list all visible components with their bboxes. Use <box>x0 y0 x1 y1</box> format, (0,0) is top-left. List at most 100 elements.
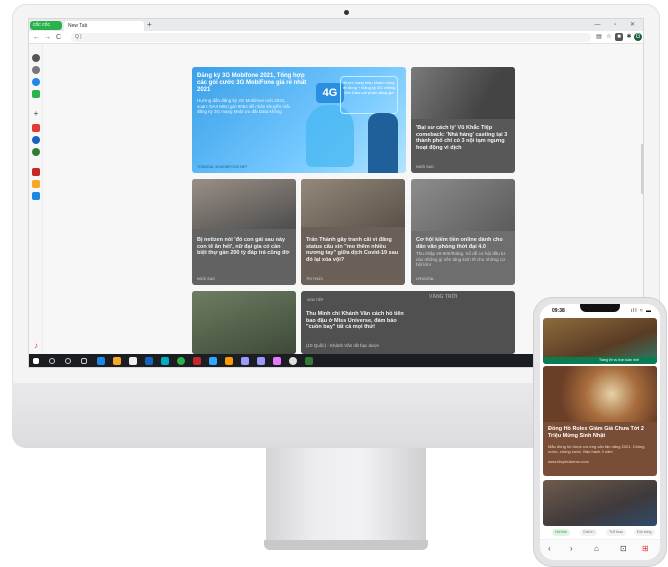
ad-callout: Được hàng triệu khách hàng tin dùng + Đă… <box>340 76 398 114</box>
chip-category[interactable]: Thể thao <box>606 529 627 536</box>
news-card-thu-minh[interactable]: XEM TIẾP VÀNG TRỜI Thu Minh chi Khánh Vâ… <box>301 291 515 354</box>
reader-icon[interactable]: ▤ <box>595 33 603 41</box>
coccoc-taskbar-icon[interactable] <box>177 357 185 365</box>
news-card-tran-thanh[interactable]: Trấn Thành gây tranh cãi vì đăng status … <box>301 179 405 285</box>
after-effects-icon[interactable] <box>241 357 249 365</box>
windows-start-icon[interactable] <box>33 358 39 364</box>
phone-status-bar: 09:38 ıll ≈ ▬ <box>540 304 660 318</box>
imac-stand <box>266 448 426 544</box>
store-icon[interactable] <box>129 357 137 365</box>
feed-scrollbar[interactable] <box>641 144 643 194</box>
news-card-title: Cơ hội kiếm tiền online dành cho dân văn… <box>416 237 503 250</box>
premiere-icon[interactable] <box>257 357 265 365</box>
news-card-source: NGÔI SAO <box>416 165 434 169</box>
news-card-title: Bị netizen nói 'đó con gái sau này con t… <box>197 237 290 256</box>
news-card-title: Thu Minh chi Khánh Vân cách hồ tiên bao … <box>306 311 404 330</box>
notification-bell-icon[interactable]: ♪ <box>32 342 40 350</box>
ad-title: Đăng ký 3G Mobifone 2021, Tổng hợp các g… <box>197 73 307 93</box>
menu-icon[interactable]: ⊞ <box>642 544 649 553</box>
news-card-photo <box>192 291 296 354</box>
forward-arrow-icon[interactable]: › <box>570 544 573 553</box>
browser-tabstrip: cốc cốc New Tab + — ▫ ✕ <box>29 19 643 31</box>
browser-sidebar: + ♪ <box>29 44 43 354</box>
bookmark-star-icon[interactable]: ☆ <box>605 33 613 41</box>
cortana-icon[interactable] <box>65 358 71 364</box>
news-card-label: XEM TIẾP <box>307 298 324 302</box>
edge-icon[interactable] <box>97 357 105 365</box>
tabs-icon[interactable]: ⊡ <box>620 544 627 553</box>
acrobat-icon[interactable] <box>193 357 201 365</box>
news-card-source: NGÔI SAO <box>197 277 215 281</box>
settings-icon[interactable] <box>32 54 40 62</box>
download-icon[interactable]: ⇣ <box>643 33 644 41</box>
profile-avatar[interactable]: G <box>634 33 642 41</box>
browser-toolbar: ← → C Q | ▤ ☆ ■ ✱ G ⇣ <box>29 31 644 44</box>
watch-photo <box>543 366 657 422</box>
xd-icon[interactable] <box>273 357 281 365</box>
news-card-source: LPDIGITAL <box>416 277 435 281</box>
imac-stand-foot <box>264 540 428 550</box>
facebook-icon[interactable] <box>32 136 40 144</box>
skype-icon[interactable] <box>161 357 169 365</box>
search-icon[interactable] <box>49 358 55 364</box>
phone-clock: 09:38 <box>552 308 565 314</box>
phone-status-icons: ıll ≈ ▬ <box>630 308 652 314</box>
game-controller-icon[interactable] <box>32 90 40 98</box>
phone-bottom-nav: ‹ › ⌂ ⊡ ⊞ <box>540 539 660 560</box>
phone-news-card[interactable] <box>543 480 657 526</box>
chip-category[interactable]: Hồi tiện <box>552 529 571 536</box>
phone-notch <box>580 304 620 312</box>
tab-new-tab[interactable]: New Tab <box>64 21 144 31</box>
mail-icon[interactable] <box>145 357 153 365</box>
extension-icon[interactable]: ■ <box>615 33 623 41</box>
messenger-icon[interactable] <box>32 78 40 86</box>
desktop-scene: cốc cốc New Tab + — ▫ ✕ ← → C Q | ▤ ☆ ■ … <box>0 0 668 567</box>
ad-person-figure <box>368 113 398 173</box>
news-card-vu-khac-tiep[interactable]: 'Bại sư cách lý' Vũ Khắc Tiệp comeback: … <box>411 67 515 173</box>
green-app-icon[interactable] <box>32 148 40 156</box>
window-controls[interactable]: — ▫ ✕ <box>595 20 642 30</box>
phone-screen: 09:38 ıll ≈ ▬ Trang tin vụ trọn tuần mới… <box>540 304 660 560</box>
news-card-crowd-photo[interactable] <box>192 291 296 354</box>
news-card-source: TRI THỨC <box>306 277 324 281</box>
puzzle-icon[interactable]: ✱ <box>625 33 633 41</box>
file-explorer-icon[interactable] <box>113 357 121 365</box>
forward-arrow-icon[interactable]: → <box>44 32 51 43</box>
photoshop-icon[interactable] <box>209 357 217 365</box>
chip-category[interactable]: Đời sống <box>634 529 655 536</box>
news-card-netizen[interactable]: Bị netizen nói 'đó con gái sau này con t… <box>192 179 296 285</box>
task-view-icon[interactable] <box>81 358 87 364</box>
shopping-icon[interactable] <box>32 180 40 188</box>
coccoc-brand-button[interactable]: cốc cốc <box>30 21 62 30</box>
youtube-icon[interactable] <box>32 124 40 132</box>
phone-ad-card-rolex[interactable]: Đồng Hồ Rolex Giảm Giá Chưa Tới 2 Triệu … <box>543 366 657 476</box>
phone-card-caption: Trang tin vụ trọn tuần mới <box>543 357 657 364</box>
excel-icon[interactable] <box>305 357 313 365</box>
ad-card-online-income[interactable]: Cơ hội kiếm tiền online dành cho dân văn… <box>411 179 515 285</box>
news-icon[interactable] <box>32 168 40 176</box>
history-icon[interactable] <box>32 66 40 74</box>
phone-news-card[interactable]: Trang tin vụ trọn tuần mới <box>543 318 657 364</box>
news-card-photo <box>301 179 405 227</box>
reload-icon[interactable]: C <box>56 32 61 43</box>
address-input-value: | <box>80 34 82 40</box>
chip-category[interactable]: Giải trí <box>580 529 597 536</box>
new-tab-button[interactable]: + <box>147 20 152 30</box>
illustrator-icon[interactable] <box>225 357 233 365</box>
ad-illustration <box>306 105 354 167</box>
back-arrow-icon[interactable]: ← <box>33 32 40 43</box>
home-icon[interactable]: ⌂ <box>594 544 599 553</box>
search-icon: Q <box>75 34 79 40</box>
back-arrow-icon[interactable]: ‹ <box>548 544 551 553</box>
news-card-title: Trấn Thành gây tranh cãi vì đăng status … <box>306 237 399 263</box>
add-icon[interactable]: + <box>32 110 40 118</box>
news-card-photo <box>192 179 296 229</box>
ad-card-mobifone[interactable]: Đăng ký 3G Mobifone 2021, Tổng hợp các g… <box>192 67 406 173</box>
news-card-photo <box>411 67 515 119</box>
phone-category-chips: Hồi tiện Giải trí Thể thao Đời sống <box>540 528 660 538</box>
chat-icon[interactable] <box>289 357 297 365</box>
address-bar[interactable]: Q | <box>71 33 591 42</box>
ad-source: TONGDAL 3GMOBIFONE.NET <box>197 165 248 169</box>
news-card-photo <box>411 179 515 231</box>
zalo-icon[interactable] <box>32 192 40 200</box>
